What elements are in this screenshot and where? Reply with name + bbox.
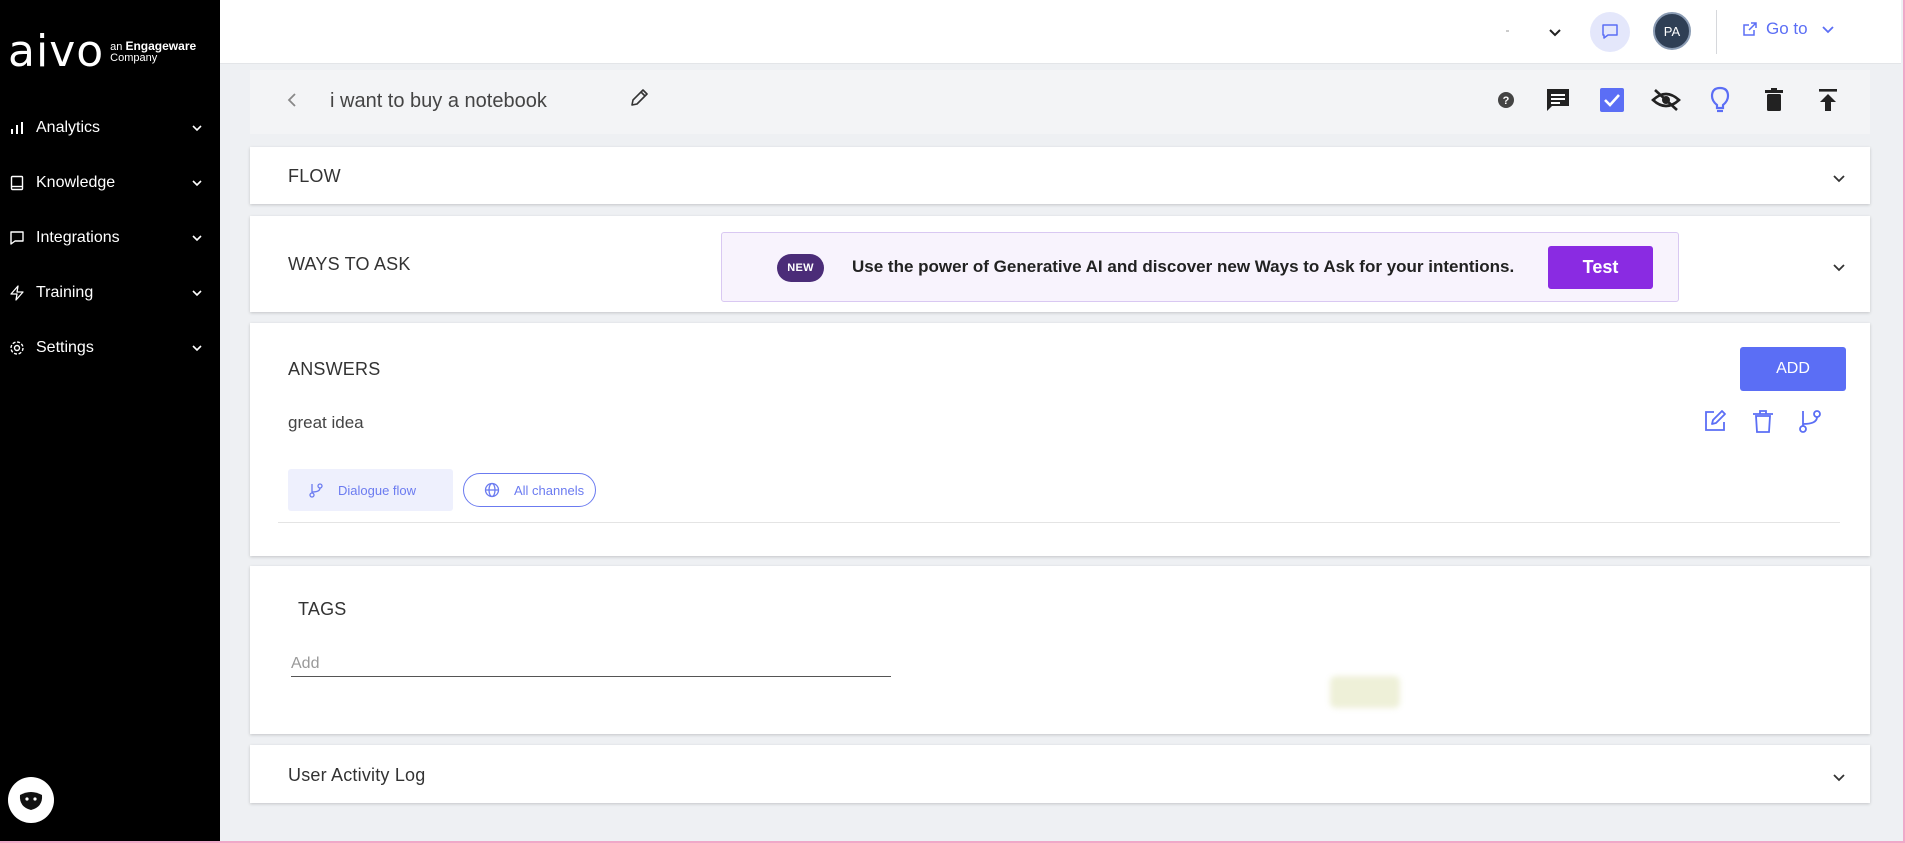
all-channels-chip[interactable]: All channels — [463, 473, 596, 507]
chevron-down-icon — [192, 344, 202, 351]
chevron-down-icon — [192, 289, 202, 296]
status-dot — [1506, 30, 1509, 32]
tags-section: TAGS — [250, 566, 1870, 734]
intent-title: i want to buy a notebook — [330, 90, 547, 112]
chatbot-launcher-button[interactable] — [8, 777, 54, 823]
sidebar-item-knowledge[interactable]: Knowledge — [0, 155, 220, 210]
globe-icon — [484, 482, 500, 498]
comment-icon[interactable] — [1542, 84, 1574, 116]
back-chevron-icon[interactable] — [283, 90, 301, 110]
checkbox-checked-icon[interactable] — [1596, 84, 1628, 116]
goto-label: Go to — [1766, 19, 1808, 38]
aivo-logo[interactable]: aivo an Engageware Company — [8, 30, 196, 74]
bar-chart-icon — [8, 119, 26, 137]
section-title: ANSWERS — [288, 359, 381, 379]
answer-text: great idea — [288, 413, 364, 432]
sidebar: aivo an Engageware Company Analytics Kno… — [0, 0, 220, 843]
user-activity-log-section[interactable]: User Activity Log — [250, 745, 1870, 803]
bot-face-icon — [19, 792, 43, 810]
divider — [278, 522, 1840, 523]
chevron-down-icon — [1821, 26, 1834, 34]
section-title: TAGS — [298, 599, 347, 619]
sidebar-item-label: Training — [36, 283, 94, 301]
sidebar-nav: Analytics Knowledge Integrations Trainin… — [0, 100, 220, 375]
lightning-icon — [8, 284, 26, 302]
top-bar: PA Go to — [220, 0, 1901, 64]
message-square-icon — [8, 229, 26, 247]
trash-icon[interactable] — [1750, 408, 1776, 434]
chevron-down-icon[interactable] — [1830, 169, 1848, 187]
publish-upload-icon[interactable] — [1812, 84, 1844, 116]
chevron-down-icon — [192, 179, 202, 186]
section-title: FLOW — [288, 166, 341, 186]
answers-section: ANSWERS ADD great idea Dialogue flow All… — [250, 323, 1870, 556]
sidebar-item-label: Integrations — [36, 228, 120, 246]
promo-text: Use the power of Generative AI and disco… — [852, 257, 1515, 276]
chevron-down-icon[interactable] — [1830, 768, 1848, 786]
eye-off-icon[interactable] — [1650, 84, 1682, 116]
add-answer-button[interactable]: ADD — [1740, 347, 1846, 391]
flow-section[interactable]: FLOW — [250, 147, 1870, 204]
blurred-element — [1330, 676, 1400, 708]
gear-icon — [8, 339, 26, 357]
section-title: WAYS TO ASK — [288, 254, 411, 274]
chevron-down-icon — [192, 234, 202, 241]
logo-wordmark: aivo — [8, 26, 105, 77]
sidebar-item-label: Settings — [36, 338, 94, 356]
test-button[interactable]: Test — [1548, 246, 1653, 289]
pencil-icon[interactable] — [628, 87, 650, 109]
chip-label: Dialogue flow — [338, 482, 417, 498]
git-branch-icon[interactable] — [1797, 408, 1823, 434]
logo-tagline: an Engageware Company — [110, 38, 197, 64]
chat-bubble-icon — [1602, 24, 1618, 39]
generative-ai-promo-banner: NEW Use the power of Generative AI and d… — [721, 232, 1679, 302]
sidebar-item-training[interactable]: Training — [0, 265, 220, 320]
git-branch-icon — [309, 483, 323, 498]
intent-header: i want to buy a notebook ? — [250, 70, 1870, 134]
divider — [1716, 10, 1717, 54]
section-title: User Activity Log — [288, 765, 426, 785]
chat-button[interactable] — [1590, 12, 1630, 52]
trash-icon[interactable] — [1758, 84, 1790, 116]
svg-text:?: ? — [1503, 95, 1510, 107]
book-icon — [8, 174, 26, 192]
external-link-icon — [1743, 22, 1757, 36]
ways-to-ask-section: WAYS TO ASK NEW Use the power of Generat… — [250, 216, 1870, 312]
goto-dropdown[interactable]: Go to — [1742, 19, 1844, 39]
help-icon[interactable]: ? — [1490, 84, 1522, 116]
tags-input[interactable] — [291, 647, 891, 677]
sidebar-item-label: Knowledge — [36, 173, 116, 191]
sidebar-item-settings[interactable]: Settings — [0, 320, 220, 375]
lightbulb-icon[interactable] — [1704, 84, 1736, 116]
chevron-down-icon[interactable] — [1545, 22, 1565, 42]
dialogue-flow-chip[interactable]: Dialogue flow — [288, 469, 453, 511]
sidebar-item-analytics[interactable]: Analytics — [0, 100, 220, 155]
new-badge: NEW — [777, 254, 824, 282]
chip-label: All channels — [514, 482, 585, 498]
chevron-down-icon[interactable] — [1830, 258, 1848, 276]
user-avatar[interactable]: PA — [1653, 12, 1691, 50]
sidebar-item-label: Analytics — [36, 118, 101, 136]
chevron-down-icon — [192, 124, 202, 131]
edit-icon[interactable] — [1702, 408, 1728, 434]
sidebar-item-integrations[interactable]: Integrations — [0, 210, 220, 265]
